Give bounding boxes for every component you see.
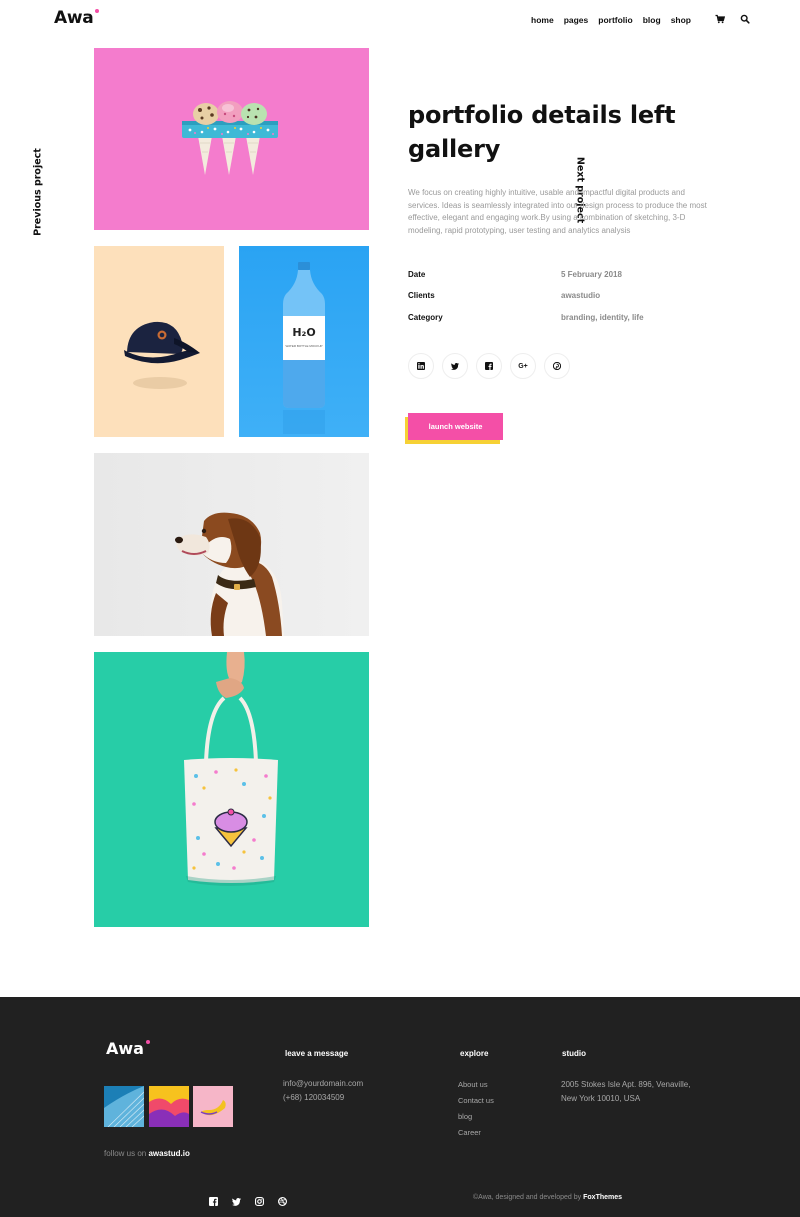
twitter-icon[interactable]	[442, 353, 468, 379]
ice-cream-cones-illustration	[182, 101, 278, 175]
footer-address-line2: New York 10010, USA	[561, 1093, 641, 1103]
gallery-image-tote-bag[interactable]	[94, 652, 369, 927]
follow-prefix: follow us on	[104, 1149, 147, 1158]
linkedin-icon[interactable]	[408, 353, 434, 379]
instagram-icon[interactable]	[255, 1193, 265, 1206]
copyright-brand-link[interactable]: FoxThemes	[583, 1194, 622, 1201]
footer-phone: (+68) 120034509	[283, 1092, 345, 1102]
beagle-dog-illustration	[175, 512, 284, 636]
logo-dot	[95, 9, 100, 13]
footer-social-links	[209, 1193, 288, 1206]
google-plus-icon[interactable]: G+	[510, 353, 536, 379]
launch-button-face[interactable]: launch website	[408, 413, 503, 440]
gallery-image-ice-cream[interactable]	[94, 48, 369, 230]
tote-bag-illustration	[184, 652, 278, 886]
meta-clients-value: awastudio	[561, 291, 601, 300]
search-icon[interactable]	[740, 14, 750, 24]
nav-shop[interactable]: shop	[671, 15, 691, 25]
meta-category-value: branding, identity, life	[561, 313, 644, 322]
footer-logo[interactable]: Awa	[106, 1039, 150, 1058]
previous-project-link[interactable]: Previous project	[33, 148, 44, 236]
footer-heading-studio: studio	[562, 1049, 586, 1058]
footer-link-about[interactable]: About us	[458, 1077, 494, 1093]
nav-home[interactable]: home	[531, 15, 554, 25]
nav-portfolio[interactable]: portfolio	[598, 15, 634, 26]
gallery-image-dog[interactable]	[94, 453, 369, 636]
site-footer: Awa follow us on awastud.io leave a mess…	[0, 997, 800, 1217]
logo-text: Awa	[54, 8, 94, 28]
footer-heading-message: leave a message	[285, 1049, 349, 1058]
footer-logo-text: Awa	[106, 1039, 144, 1058]
gallery-image-water-bottle[interactable]: H₂O WATER BOTTLE MOCKUP	[239, 246, 369, 437]
follow-handle-link[interactable]: awastud.io	[148, 1149, 189, 1158]
footer-link-contact[interactable]: Contact us	[458, 1093, 494, 1109]
site-logo[interactable]: Awa	[54, 8, 100, 28]
copyright-prefix: ©Awa, designed and developed by	[473, 1194, 582, 1201]
footer-email-link[interactable]: info@yourdomain.com	[283, 1077, 363, 1091]
meta-category-label: Category	[408, 313, 443, 322]
nav-blog[interactable]: blog	[643, 15, 661, 25]
instagram-thumb-banana[interactable]	[193, 1086, 233, 1127]
facebook-icon[interactable]	[209, 1193, 219, 1206]
footer-logo-dot	[145, 1040, 150, 1044]
nav-pages[interactable]: pages	[564, 15, 589, 25]
launch-website-button[interactable]: launch website	[405, 413, 503, 444]
meta-date-label: Date	[408, 270, 426, 279]
facebook-icon[interactable]	[476, 353, 502, 379]
baseball-cap-illustration	[124, 321, 200, 389]
footer-address: 2005 Stokes Isle Apt. 896, Venaville, Ne…	[561, 1078, 690, 1105]
follow-us-text: follow us on awastud.io	[104, 1149, 190, 1158]
footer-heading-explore: explore	[460, 1049, 489, 1058]
bottle-label-title: H₂O	[292, 326, 316, 339]
water-bottle-illustration	[283, 262, 325, 434]
twitter-icon[interactable]	[232, 1193, 242, 1206]
meta-date-value: 5 February 2018	[561, 270, 622, 279]
gallery-image-cap[interactable]	[94, 246, 224, 437]
site-header: Awa home pages portfolio blog shop	[0, 0, 800, 40]
page-title: portfolio details left gallery	[408, 101, 676, 163]
footer-copyright: ©Awa, designed and developed by FoxTheme…	[473, 1194, 622, 1201]
instagram-thumb-architecture[interactable]	[104, 1086, 144, 1127]
footer-link-career[interactable]: Career	[458, 1125, 494, 1141]
bottle-label-subtitle: WATER BOTTLE MOCKUP	[285, 344, 323, 348]
dribbble-icon[interactable]	[278, 1193, 288, 1206]
pinterest-icon[interactable]	[544, 353, 570, 379]
meta-clients-label: Clients	[408, 291, 435, 300]
share-buttons: G+	[408, 353, 570, 379]
footer-address-line1: 2005 Stokes Isle Apt. 896, Venaville,	[561, 1080, 691, 1089]
project-description: We focus on creating highly intuitive, u…	[408, 188, 707, 235]
footer-link-blog[interactable]: blog	[458, 1109, 494, 1125]
instagram-thumb-gradient[interactable]	[149, 1086, 189, 1127]
footer-contact: info@yourdomain.com (+68) 120034509	[283, 1077, 363, 1104]
main-nav: home pages portfolio blog shop	[531, 15, 691, 26]
footer-explore-links: About us Contact us blog Career	[458, 1077, 494, 1141]
cart-icon[interactable]	[715, 14, 725, 24]
